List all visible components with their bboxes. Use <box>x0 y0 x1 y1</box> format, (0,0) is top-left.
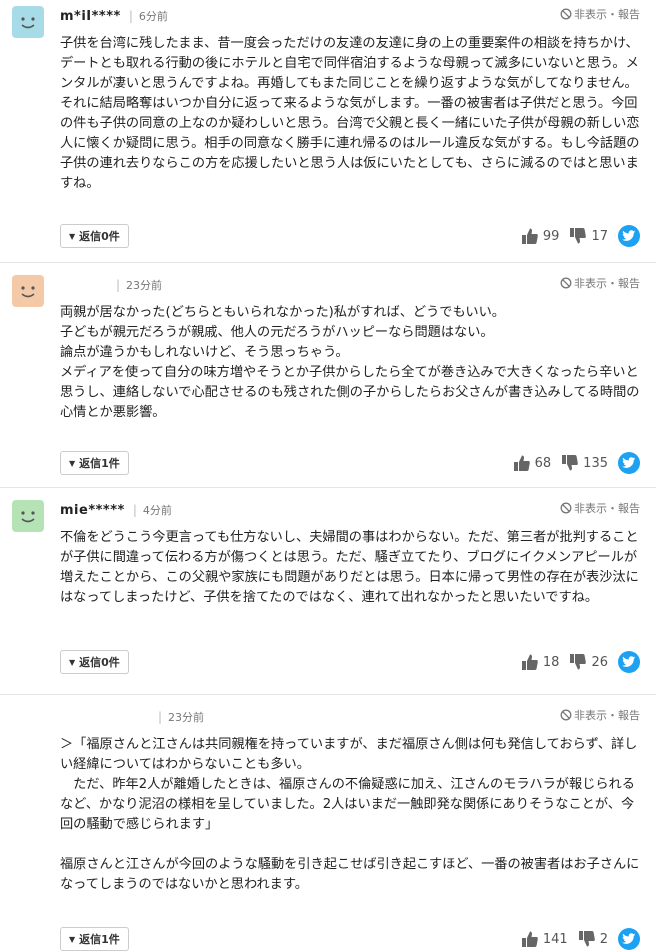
reply-button[interactable]: ▼ 返信1件 <box>60 451 129 475</box>
comment-header: mie***** | 4分前 <box>60 500 172 520</box>
twitter-icon <box>622 656 636 667</box>
comment-item: mie***** | 4分前 非表示・報告 不倫をどうこう今更言っても仕方ないし… <box>0 488 656 695</box>
timestamp: 23分前 <box>168 711 205 724</box>
dislike-count: 26 <box>591 654 608 670</box>
hide-report-label: 非表示・報告 <box>574 502 640 515</box>
avatar[interactable] <box>12 500 44 532</box>
separator: | <box>116 278 121 292</box>
comment-body: 両親が居なかった(どちらともいられなかった)私がすれば、どうでもいい。 子どもが… <box>60 305 640 420</box>
thumbs-down-icon <box>578 931 595 947</box>
dislike-button[interactable]: 135 <box>561 454 608 472</box>
separator: | <box>132 503 137 517</box>
triangle-down-icon: ▼ <box>69 458 76 468</box>
comment-actions: 68 135 <box>503 451 640 475</box>
ban-icon <box>560 709 572 721</box>
ban-icon <box>560 502 572 514</box>
username[interactable]: m*iI**** <box>60 9 121 24</box>
twitter-share-button[interactable] <box>618 225 640 247</box>
avatar[interactable] <box>12 275 44 307</box>
thumbs-up-icon <box>521 654 538 670</box>
comment-body: ＞「福原さんと江さんは共同親権を持っていますが、まだ福原さん側は何も発信しておら… <box>60 737 640 892</box>
comment-item: | 23分前 非表示・報告 ＞「福原さんと江さんは共同親権を持っていますが、まだ… <box>0 695 656 951</box>
like-count: 99 <box>542 228 560 244</box>
comment-actions: 141 2 <box>511 927 640 951</box>
hide-report-label: 非表示・報告 <box>574 8 640 21</box>
dislike-count: 2 <box>599 931 608 947</box>
like-count: 18 <box>542 654 560 670</box>
thumbs-down-icon <box>570 654 587 670</box>
reply-label: 返信1件 <box>79 933 120 946</box>
username[interactable]: mie***** <box>60 503 125 518</box>
like-button[interactable]: 141 <box>521 930 568 948</box>
thumbs-up-icon <box>513 455 530 471</box>
comment-item: | 23分前 非表示・報告 両親が居なかった(どちらともいられなかった)私がすれ… <box>0 263 656 488</box>
hide-report-label: 非表示・報告 <box>574 277 640 290</box>
twitter-icon <box>622 933 636 944</box>
timestamp: 4分前 <box>142 504 172 517</box>
triangle-down-icon: ▼ <box>69 934 76 944</box>
thumbs-up-icon <box>521 931 538 947</box>
timestamp: 23分前 <box>126 279 163 292</box>
like-button[interactable]: 99 <box>521 227 560 245</box>
dislike-button[interactable]: 26 <box>569 653 608 671</box>
timestamp: 6分前 <box>138 10 168 23</box>
comment-header: | 23分前 <box>60 707 204 727</box>
like-count: 141 <box>542 931 568 947</box>
dislike-count: 17 <box>591 228 608 244</box>
separator: | <box>158 710 163 724</box>
comment-header: | 23分前 <box>60 275 162 295</box>
like-button[interactable]: 18 <box>521 653 560 671</box>
thumbs-down-icon <box>562 455 579 471</box>
ban-icon <box>560 8 572 20</box>
comment-item: m*iI**** | 6分前 非表示・報告 子供を台湾に残したまま、昔一度会った… <box>0 0 656 263</box>
reply-button[interactable]: ▼ 返信0件 <box>60 650 129 674</box>
reply-label: 返信0件 <box>79 656 120 669</box>
comment-body: 不倫をどうこう今更言っても仕方ないし、夫婦間の事はわからない。ただ、第三者が批判… <box>60 530 639 605</box>
hide-report-link[interactable]: 非表示・報告 <box>560 275 640 291</box>
comment-header: m*iI**** | 6分前 <box>60 6 168 26</box>
dislike-button[interactable]: 17 <box>569 227 608 245</box>
like-count: 68 <box>534 455 552 471</box>
dislike-count: 135 <box>583 455 608 471</box>
hide-report-link[interactable]: 非表示・報告 <box>560 707 640 723</box>
comment-body: 子供を台湾に残したまま、昔一度会っただけの友達の友達に身の上の重要案件の相談を持… <box>60 36 640 191</box>
dislike-button[interactable]: 2 <box>578 930 608 948</box>
triangle-down-icon: ▼ <box>69 231 76 241</box>
twitter-share-button[interactable] <box>618 452 640 474</box>
hide-report-link[interactable]: 非表示・報告 <box>560 500 640 516</box>
thumbs-up-icon <box>521 228 538 244</box>
reply-button[interactable]: ▼ 返信1件 <box>60 927 129 951</box>
comment-actions: 99 17 <box>511 224 640 248</box>
twitter-share-button[interactable] <box>618 651 640 673</box>
thumbs-down-icon <box>570 228 587 244</box>
comment-actions: 18 26 <box>511 650 640 674</box>
hide-report-label: 非表示・報告 <box>574 709 640 722</box>
reply-label: 返信1件 <box>79 457 120 470</box>
avatar[interactable] <box>12 6 44 38</box>
hide-report-link[interactable]: 非表示・報告 <box>560 6 640 22</box>
triangle-down-icon: ▼ <box>69 657 76 667</box>
twitter-icon <box>622 230 636 241</box>
separator: | <box>128 9 133 23</box>
twitter-icon <box>622 457 636 468</box>
reply-label: 返信0件 <box>79 230 120 243</box>
twitter-share-button[interactable] <box>618 928 640 950</box>
ban-icon <box>560 277 572 289</box>
like-button[interactable]: 68 <box>513 454 552 472</box>
reply-button[interactable]: ▼ 返信0件 <box>60 224 129 248</box>
